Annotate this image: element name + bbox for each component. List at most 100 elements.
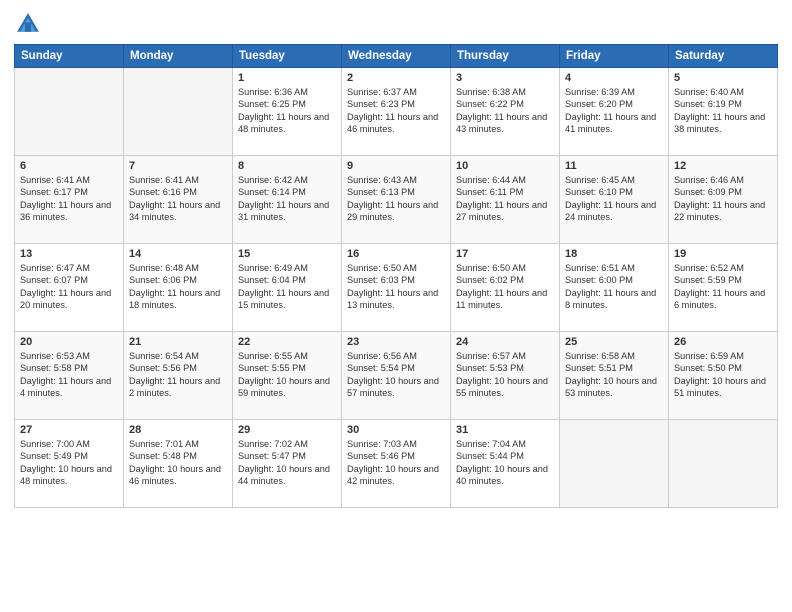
day-info: Sunrise: 6:45 AM Sunset: 6:10 PM Dayligh… <box>565 174 663 224</box>
day-info: Sunrise: 6:58 AM Sunset: 5:51 PM Dayligh… <box>565 350 663 400</box>
day-info: Sunrise: 7:04 AM Sunset: 5:44 PM Dayligh… <box>456 438 554 488</box>
day-cell: 13Sunrise: 6:47 AM Sunset: 6:07 PM Dayli… <box>15 244 124 332</box>
day-info: Sunrise: 7:01 AM Sunset: 5:48 PM Dayligh… <box>129 438 227 488</box>
day-cell: 16 Sunrise: 6:50 AM Sunset: 6:03 PM Dayli… <box>342 244 451 332</box>
header-cell-monday: Monday <box>124 45 233 68</box>
day-info: Sunrise: 6:55 AM Sunset: 5:55 PM Dayligh… <box>238 350 336 400</box>
day-info: Sunrise: 7:00 AM Sunset: 5:49 PM Dayligh… <box>20 438 118 488</box>
week-row-2: 6 Sunrise: 6:41 AM Sunset: 6:17 PM Daylig… <box>15 156 778 244</box>
header-cell-friday: Friday <box>560 45 669 68</box>
logo-icon <box>14 10 42 38</box>
calendar-body: 1Sunrise: 6:36 AM Sunset: 6:25 PM Daylig… <box>15 68 778 508</box>
day-number: 29 <box>238 424 336 436</box>
header-cell-saturday: Saturday <box>669 45 778 68</box>
day-number: 23 <box>347 336 445 348</box>
day-number: 15 <box>238 248 336 260</box>
day-info: Sunrise: 6:52 AM Sunset: 5:59 PM Dayligh… <box>674 262 772 312</box>
day-info: Sunrise: 6:50 AM Sunset: 6:02 PM Dayligh… <box>456 262 554 312</box>
day-cell <box>669 420 778 508</box>
day-cell: 4Sunrise: 6:39 AM Sunset: 6:20 PM Daylig… <box>560 68 669 156</box>
day-cell: 18 Sunrise: 6:51 AM Sunset: 6:00 PM Dayli… <box>560 244 669 332</box>
day-cell: 7 Sunrise: 6:41 AM Sunset: 6:16 PM Daylig… <box>124 156 233 244</box>
day-number: 3 <box>456 72 554 84</box>
day-info: Sunrise: 6:54 AM Sunset: 5:56 PM Dayligh… <box>129 350 227 400</box>
week-row-3: 13Sunrise: 6:47 AM Sunset: 6:07 PM Dayli… <box>15 244 778 332</box>
day-number: 19 <box>674 248 772 260</box>
day-number: 5 <box>674 72 772 84</box>
day-number: 28 <box>129 424 227 436</box>
day-number: 27 <box>20 424 118 436</box>
header-row: SundayMondayTuesdayWednesdayThursdayFrid… <box>15 45 778 68</box>
day-info: Sunrise: 6:46 AM Sunset: 6:09 PM Dayligh… <box>674 174 772 224</box>
day-cell: 29 Sunrise: 7:02 AM Sunset: 5:47 PM Dayli… <box>233 420 342 508</box>
day-number: 12 <box>674 160 772 172</box>
calendar-header: SundayMondayTuesdayWednesdayThursdayFrid… <box>15 45 778 68</box>
day-info: Sunrise: 6:44 AM Sunset: 6:11 PM Dayligh… <box>456 174 554 224</box>
day-cell: 6 Sunrise: 6:41 AM Sunset: 6:17 PM Daylig… <box>15 156 124 244</box>
day-number: 20 <box>20 336 118 348</box>
day-number: 30 <box>347 424 445 436</box>
day-info: Sunrise: 6:37 AM Sunset: 6:23 PM Dayligh… <box>347 86 445 136</box>
day-number: 4 <box>565 72 663 84</box>
day-number: 6 <box>20 160 118 172</box>
day-cell: 9Sunrise: 6:43 AM Sunset: 6:13 PM Daylig… <box>342 156 451 244</box>
day-info: Sunrise: 6:48 AM Sunset: 6:06 PM Dayligh… <box>129 262 227 312</box>
day-number: 16 <box>347 248 445 260</box>
day-info: Sunrise: 6:41 AM Sunset: 6:16 PM Dayligh… <box>129 174 227 224</box>
day-number: 26 <box>674 336 772 348</box>
day-info: Sunrise: 6:43 AM Sunset: 6:13 PM Dayligh… <box>347 174 445 224</box>
day-number: 11 <box>565 160 663 172</box>
day-number: 7 <box>129 160 227 172</box>
day-info: Sunrise: 7:02 AM Sunset: 5:47 PM Dayligh… <box>238 438 336 488</box>
day-info: Sunrise: 6:51 AM Sunset: 6:00 PM Dayligh… <box>565 262 663 312</box>
day-cell <box>15 68 124 156</box>
day-info: Sunrise: 6:38 AM Sunset: 6:22 PM Dayligh… <box>456 86 554 136</box>
day-number: 18 <box>565 248 663 260</box>
day-cell: 17Sunrise: 6:50 AM Sunset: 6:02 PM Dayli… <box>451 244 560 332</box>
day-cell: 8Sunrise: 6:42 AM Sunset: 6:14 PM Daylig… <box>233 156 342 244</box>
day-cell: 25 Sunrise: 6:58 AM Sunset: 5:51 PM Dayli… <box>560 332 669 420</box>
day-cell: 23 Sunrise: 6:56 AM Sunset: 5:54 PM Dayli… <box>342 332 451 420</box>
week-row-4: 20Sunrise: 6:53 AM Sunset: 5:58 PM Dayli… <box>15 332 778 420</box>
header <box>14 10 778 38</box>
day-number: 22 <box>238 336 336 348</box>
day-info: Sunrise: 6:47 AM Sunset: 6:07 PM Dayligh… <box>20 262 118 312</box>
day-cell: 15 Sunrise: 6:49 AM Sunset: 6:04 PM Dayli… <box>233 244 342 332</box>
day-cell: 1Sunrise: 6:36 AM Sunset: 6:25 PM Daylig… <box>233 68 342 156</box>
calendar-table: SundayMondayTuesdayWednesdayThursdayFrid… <box>14 44 778 508</box>
header-cell-tuesday: Tuesday <box>233 45 342 68</box>
day-cell: 3 Sunrise: 6:38 AM Sunset: 6:22 PM Daylig… <box>451 68 560 156</box>
day-info: Sunrise: 6:59 AM Sunset: 5:50 PM Dayligh… <box>674 350 772 400</box>
logo <box>14 10 46 38</box>
day-cell <box>560 420 669 508</box>
day-cell: 28 Sunrise: 7:01 AM Sunset: 5:48 PM Dayli… <box>124 420 233 508</box>
day-cell: 19 Sunrise: 6:52 AM Sunset: 5:59 PM Dayli… <box>669 244 778 332</box>
day-cell: 31 Sunrise: 7:04 AM Sunset: 5:44 PM Dayli… <box>451 420 560 508</box>
day-number: 21 <box>129 336 227 348</box>
day-info: Sunrise: 6:42 AM Sunset: 6:14 PM Dayligh… <box>238 174 336 224</box>
day-cell: 11 Sunrise: 6:45 AM Sunset: 6:10 PM Dayli… <box>560 156 669 244</box>
day-cell <box>124 68 233 156</box>
day-cell: 20Sunrise: 6:53 AM Sunset: 5:58 PM Dayli… <box>15 332 124 420</box>
day-number: 31 <box>456 424 554 436</box>
day-cell: 2Sunrise: 6:37 AM Sunset: 6:23 PM Daylig… <box>342 68 451 156</box>
day-number: 14 <box>129 248 227 260</box>
day-number: 25 <box>565 336 663 348</box>
week-row-5: 27 Sunrise: 7:00 AM Sunset: 5:49 PM Dayli… <box>15 420 778 508</box>
day-cell: 12 Sunrise: 6:46 AM Sunset: 6:09 PM Dayli… <box>669 156 778 244</box>
week-row-1: 1Sunrise: 6:36 AM Sunset: 6:25 PM Daylig… <box>15 68 778 156</box>
day-cell: 26 Sunrise: 6:59 AM Sunset: 5:50 PM Dayli… <box>669 332 778 420</box>
day-cell: 14 Sunrise: 6:48 AM Sunset: 6:06 PM Dayli… <box>124 244 233 332</box>
header-cell-thursday: Thursday <box>451 45 560 68</box>
header-cell-wednesday: Wednesday <box>342 45 451 68</box>
day-info: Sunrise: 6:56 AM Sunset: 5:54 PM Dayligh… <box>347 350 445 400</box>
day-info: Sunrise: 6:41 AM Sunset: 6:17 PM Dayligh… <box>20 174 118 224</box>
day-cell: 21 Sunrise: 6:54 AM Sunset: 5:56 PM Dayli… <box>124 332 233 420</box>
day-info: Sunrise: 6:49 AM Sunset: 6:04 PM Dayligh… <box>238 262 336 312</box>
day-info: Sunrise: 6:40 AM Sunset: 6:19 PM Dayligh… <box>674 86 772 136</box>
day-cell: 10Sunrise: 6:44 AM Sunset: 6:11 PM Dayli… <box>451 156 560 244</box>
day-info: Sunrise: 6:50 AM Sunset: 6:03 PM Dayligh… <box>347 262 445 312</box>
header-cell-sunday: Sunday <box>15 45 124 68</box>
day-cell: 5 Sunrise: 6:40 AM Sunset: 6:19 PM Daylig… <box>669 68 778 156</box>
day-cell: 27 Sunrise: 7:00 AM Sunset: 5:49 PM Dayli… <box>15 420 124 508</box>
